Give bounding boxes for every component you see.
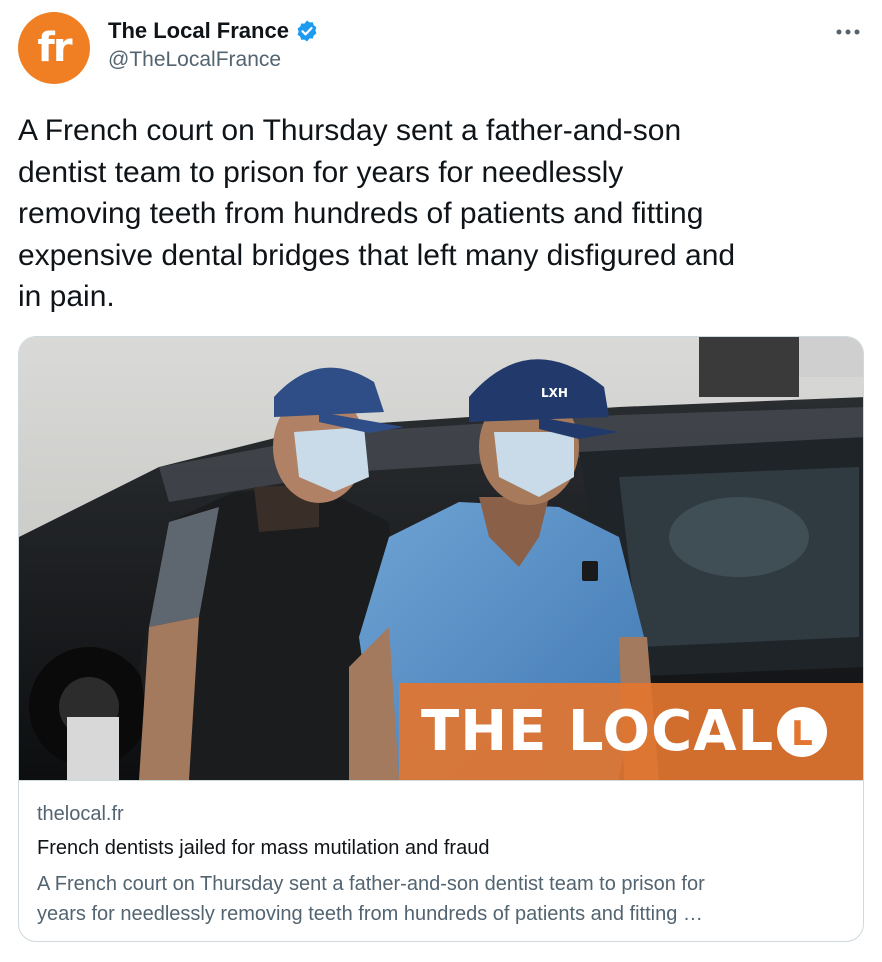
cap-logo: LXH (541, 386, 568, 400)
card-title: French dentists jailed for mass mutilati… (37, 837, 490, 859)
link-preview-card[interactable]: LXH THE LOCAL L thelocal.fr French denti… (18, 336, 864, 942)
tweet-text-line: dentist team to prison for years for nee… (18, 155, 624, 189)
author-avatar[interactable]: fr (18, 12, 90, 84)
author-name-row[interactable]: The Local France (108, 18, 319, 44)
svg-text:L: L (791, 714, 813, 754)
card-meta[interactable]: thelocal.fr French dentists jailed for m… (19, 780, 863, 941)
tweet-text-line: A French court on Thursday sent a father… (18, 114, 682, 147)
brand-text: THE LOCAL (421, 699, 775, 764)
card-description-line: years for needlessly removing teeth from… (37, 903, 703, 925)
author-handle[interactable]: @TheLocalFrance (108, 48, 281, 72)
card-domain: thelocal.fr (37, 803, 124, 825)
more-options-icon[interactable] (834, 18, 862, 46)
card-description-line: A French court on Thursday sent a father… (37, 873, 705, 895)
card-image[interactable]: LXH THE LOCAL L (19, 337, 863, 780)
author-display-name[interactable]: The Local France (108, 18, 289, 44)
card-description: A French court on Thursday sent a father… (37, 869, 827, 929)
tweet-text: A French court on Thursday sent a father… (18, 110, 858, 318)
the-local-logo-icon: L (777, 707, 827, 757)
tweet[interactable]: fr The Local France @TheLocalFrance A Fr… (0, 0, 882, 962)
avatar-text: fr (37, 25, 72, 71)
tweet-text-line: expensive dental bridges that left many … (18, 238, 736, 272)
tweet-text-line: in pain. (18, 280, 115, 313)
verified-badge-icon (295, 19, 319, 43)
tweet-text-line: removing teeth from hundreds of patients… (18, 197, 704, 230)
